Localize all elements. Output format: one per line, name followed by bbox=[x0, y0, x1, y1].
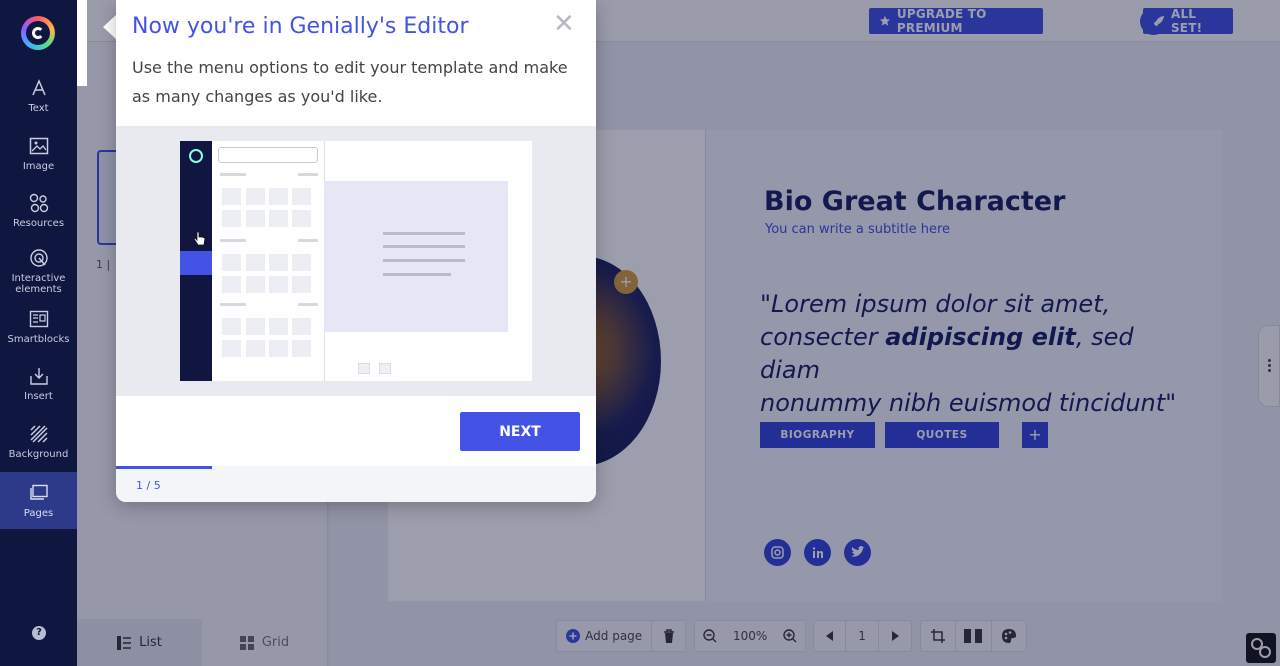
sidebar-item-text[interactable]: Text bbox=[0, 78, 77, 114]
sidebar-item-label: Interactive elements bbox=[11, 273, 66, 295]
sidebar-item-label: Background bbox=[8, 449, 69, 460]
illustration-logo-icon bbox=[189, 149, 203, 163]
image-icon bbox=[29, 136, 49, 156]
next-button[interactable]: NEXT bbox=[460, 412, 580, 451]
illustration-active-item bbox=[180, 251, 212, 275]
popup-footer: 1 / 5 bbox=[116, 466, 596, 502]
sidebar-item-label: Text bbox=[28, 103, 49, 114]
sidebar-item-label: Pages bbox=[23, 508, 54, 519]
close-icon[interactable]: ✕ bbox=[553, 10, 575, 38]
illustration-editor-mockup bbox=[180, 141, 532, 381]
cursor-hand-icon bbox=[193, 231, 206, 246]
illustration-canvas bbox=[324, 181, 508, 332]
sidebar-item-label: Smartblocks bbox=[7, 334, 70, 345]
popup-pointer bbox=[103, 15, 116, 39]
illustration-next-icon bbox=[379, 363, 391, 374]
highlight-edge bbox=[77, 0, 87, 86]
sidebar-item-label: Resources bbox=[12, 218, 65, 229]
sidebar-item-image[interactable]: Image bbox=[0, 136, 77, 172]
sidebar-item-resources[interactable]: Resources bbox=[0, 193, 77, 229]
sidebar-item-label: Image bbox=[22, 161, 55, 172]
sidebar-item-pages[interactable]: Pages bbox=[0, 472, 77, 529]
illustration-sidebar bbox=[180, 141, 212, 381]
sidebar-item-smartblocks[interactable]: Smartblocks bbox=[0, 309, 77, 345]
resources-icon bbox=[29, 193, 49, 213]
popup-title: Now you're in Genially's Editor bbox=[132, 14, 469, 39]
sidebar-item-interactive-elements[interactable]: Interactive elements bbox=[0, 248, 77, 295]
text-icon bbox=[29, 78, 49, 98]
smartblocks-icon bbox=[29, 309, 49, 329]
tutorial-popup: Now you're in Genially's Editor ✕ Use th… bbox=[116, 0, 596, 502]
sidebar-item-label: Insert bbox=[24, 391, 53, 402]
popup-description: Use the menu options to edit your templa… bbox=[132, 58, 568, 106]
left-sidebar: Text Image Resources Interactive element… bbox=[0, 0, 77, 666]
pages-icon bbox=[29, 483, 49, 503]
sidebar-item-background[interactable]: Background bbox=[0, 424, 77, 460]
tutorial-progress-bar bbox=[116, 466, 212, 469]
editor-illustration bbox=[116, 126, 596, 396]
interactive-elements-icon bbox=[29, 248, 49, 268]
illustration-prev-icon bbox=[358, 363, 370, 374]
sidebar-item-insert[interactable]: Insert bbox=[0, 366, 77, 402]
illustration-search-box bbox=[218, 147, 318, 163]
genially-logo-icon[interactable] bbox=[21, 16, 55, 50]
help-icon[interactable]: ? bbox=[32, 626, 46, 640]
insert-icon bbox=[29, 366, 49, 386]
step-counter: 1 / 5 bbox=[136, 479, 161, 492]
background-icon bbox=[29, 424, 49, 444]
